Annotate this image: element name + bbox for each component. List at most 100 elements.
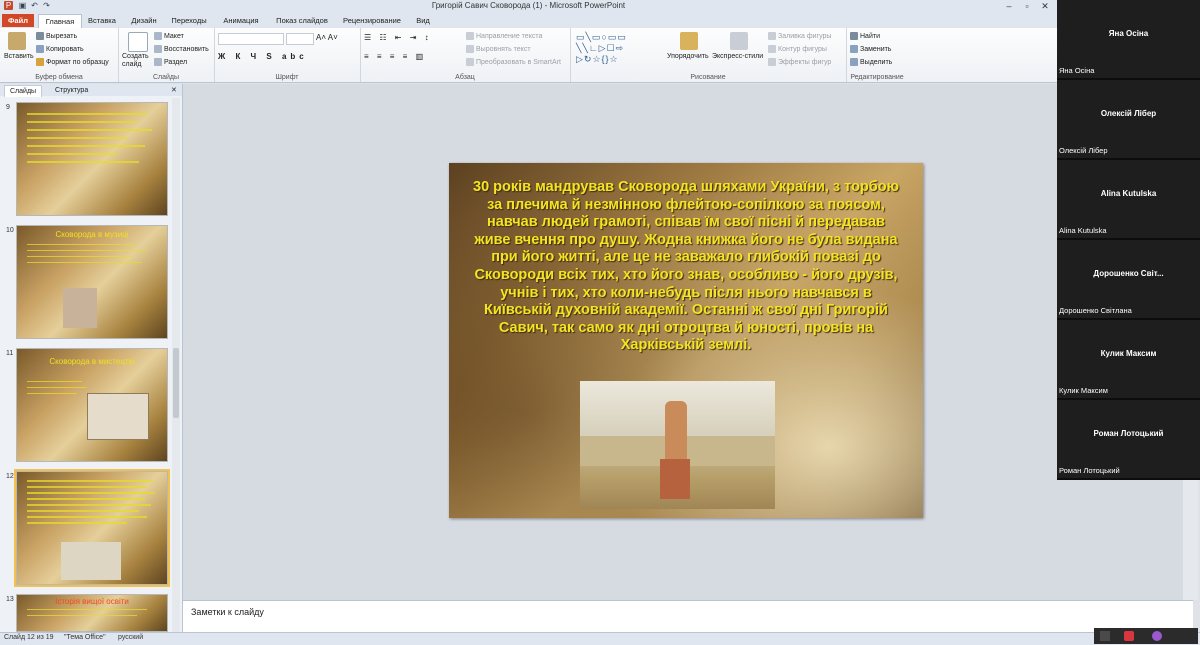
participant-tile[interactable]: Роман Лотоцький Роман Лотоцький [1057,400,1200,480]
format-painter-button[interactable]: Формат по образцу [36,58,109,66]
arrange-button[interactable]: Упорядочить [667,53,709,60]
close-icon[interactable]: ✕ [1036,0,1054,12]
thumb-text-line [27,250,147,251]
language-indicator[interactable]: русский [118,634,143,641]
shapes-gallery[interactable]: ▭╲▭○▭▭ ╲╲∟▷☐⇨ ▷↻☆{}☆ [576,32,627,65]
tab-view[interactable]: Вид [412,14,434,27]
text-direction-icon [466,32,474,40]
tab-animation[interactable]: Анимация [214,14,268,27]
participant-tile[interactable]: Кулик Максим Кулик Максим [1057,320,1200,400]
section-icon [154,58,162,66]
reset-button[interactable]: Восстановить [154,45,209,53]
shape-effects-button[interactable]: Эффекты фигур [768,58,831,66]
font-grow-button[interactable]: A˄ A˅ [316,33,338,42]
participant-tile[interactable]: Alina Kutulska Alina Kutulska [1057,160,1200,240]
shape-outline-button[interactable]: Контур фигуры [768,45,827,53]
participant-label: Олексій Лібер [1059,146,1108,155]
slides-group: Создать слайд Макет Восстановить Раздел … [118,28,215,82]
slide-thumbnail-9[interactable] [16,102,168,216]
notes-placeholder: Заметки к слайду [191,607,264,617]
thumb-text-line [27,256,132,257]
canvas-scrollbar[interactable] [1183,480,1198,600]
participant-label: Дорошенко Світлана [1059,306,1132,315]
arrange-icon [680,32,698,50]
thumb-text-line [27,522,127,524]
notes-pane[interactable]: Заметки к слайду [183,600,1193,633]
cut-button[interactable]: Вырезать [36,32,77,40]
participant-tile[interactable]: Дорошенко Світ... Дорошенко Світлана [1057,240,1200,320]
maximize-icon[interactable]: ▫ [1018,0,1036,12]
slide-indicator: Слайд 12 из 19 [4,634,54,641]
reset-icon [154,45,162,53]
tab-insert[interactable]: Вставка [84,14,120,27]
align-buttons[interactable]: ≡ ≡ ≡ ≡ ▥ [364,52,426,61]
tab-transitions[interactable]: Переходы [168,14,210,27]
ribbon-tabs: Файл Главная Вставка Дизайн Переходы Ани… [0,13,1057,28]
list-buttons[interactable]: ☰ ☷ ⇤ ⇥ ↕ [364,33,432,42]
brush-icon [36,58,44,66]
layout-button[interactable]: Макет [154,32,184,40]
tab-file[interactable]: Файл [2,14,34,27]
slide-thumbnail-13[interactable]: Історія вищої освіти [16,594,168,632]
tray-icon[interactable] [1100,631,1110,641]
align-text-button[interactable]: Выровнять текст [466,45,531,53]
tab-review[interactable]: Рецензирование [336,14,408,27]
title-bar: P ▣ ↶ ↷ Григорій Савич Сковорода (1) - M… [0,0,1057,13]
drawing-group-label: Рисование [690,74,726,81]
align-text-icon [466,45,474,53]
font-name-field[interactable] [218,33,284,45]
tab-slideshow[interactable]: Показ слайдов [272,14,332,27]
scrollbar-thumb[interactable] [173,348,179,418]
participant-tile[interactable]: Олексій Лібер Олексій Лібер [1057,80,1200,160]
slide-painting[interactable] [580,381,775,509]
select-button[interactable]: Выделить [850,58,892,66]
participant-tile[interactable]: Яна Осіна Яна Осіна [1057,0,1200,80]
quick-styles-button[interactable]: Экспресс-стили [712,53,763,60]
app-icon[interactable] [1152,631,1162,641]
tab-design[interactable]: Дизайн [124,14,164,27]
slide-thumbnail-11[interactable]: Сковорода в мистецтві [16,348,168,462]
new-slide-icon [128,32,148,52]
drawing-group: ▭╲▭○▭▭ ╲╲∟▷☐⇨ ▷↻☆{}☆ Упорядочить Экспресс-… [570,28,847,82]
paragraph-group-label: Абзац [455,74,475,81]
participant-name: Роман Лотоцький [1093,429,1164,438]
panel-scrollbar[interactable] [172,98,180,632]
replace-icon [850,45,858,53]
paste-icon [8,32,26,50]
tab-outline[interactable]: Структура [50,85,93,96]
clipboard-group: Вставить Вырезать Копировать Формат по о… [0,28,119,82]
thumb-text-line [27,121,137,123]
smartart-button[interactable]: Преобразовать в SmartArt [466,58,561,66]
thumb-title: Історія вищої освіти [55,597,129,606]
slide-number: 13 [6,596,14,603]
section-button[interactable]: Раздел [154,58,187,66]
find-button[interactable]: Найти [850,32,880,40]
copy-button[interactable]: Копировать [36,45,84,53]
minimize-icon[interactable]: – [1000,0,1018,12]
slides-group-label: Слайды [152,74,180,81]
paste-button[interactable]: Вставить [4,53,34,60]
window-title: Григорій Савич Сковорода (1) - Microsoft… [431,1,626,10]
font-style-buttons[interactable]: Ж К Ч S abc [218,52,308,61]
record-icon[interactable] [1124,631,1134,641]
smartart-icon [466,58,474,66]
thumb-text-line [27,615,137,616]
slide-thumbnail-10[interactable]: Сковорода в музиці [16,225,168,339]
font-size-field[interactable] [286,33,314,45]
slide-thumbnail-12[interactable] [14,469,170,587]
close-panel-icon[interactable]: ✕ [166,85,182,96]
shape-fill-button[interactable]: Заливка фигуры [768,32,831,40]
outline-icon [768,45,776,53]
thumb-text-line [27,387,87,388]
thumb-text-line [27,393,77,394]
tab-slides[interactable]: Слайды [4,85,43,97]
participant-label: Яна Осіна [1059,66,1095,75]
ribbon: Вставить Вырезать Копировать Формат по о… [0,28,1057,83]
replace-button[interactable]: Заменить [850,45,891,53]
participant-name: Яна Осіна [1108,29,1149,38]
tab-home[interactable]: Главная [38,14,82,28]
current-slide[interactable]: 30 років мандрував Сковорода шляхами Укр… [449,163,923,518]
slide-text[interactable]: 30 років мандрував Сковорода шляхами Укр… [469,179,903,355]
new-slide-button[interactable]: Создать слайд [122,53,152,69]
text-direction-button[interactable]: Направление текста [466,32,542,40]
